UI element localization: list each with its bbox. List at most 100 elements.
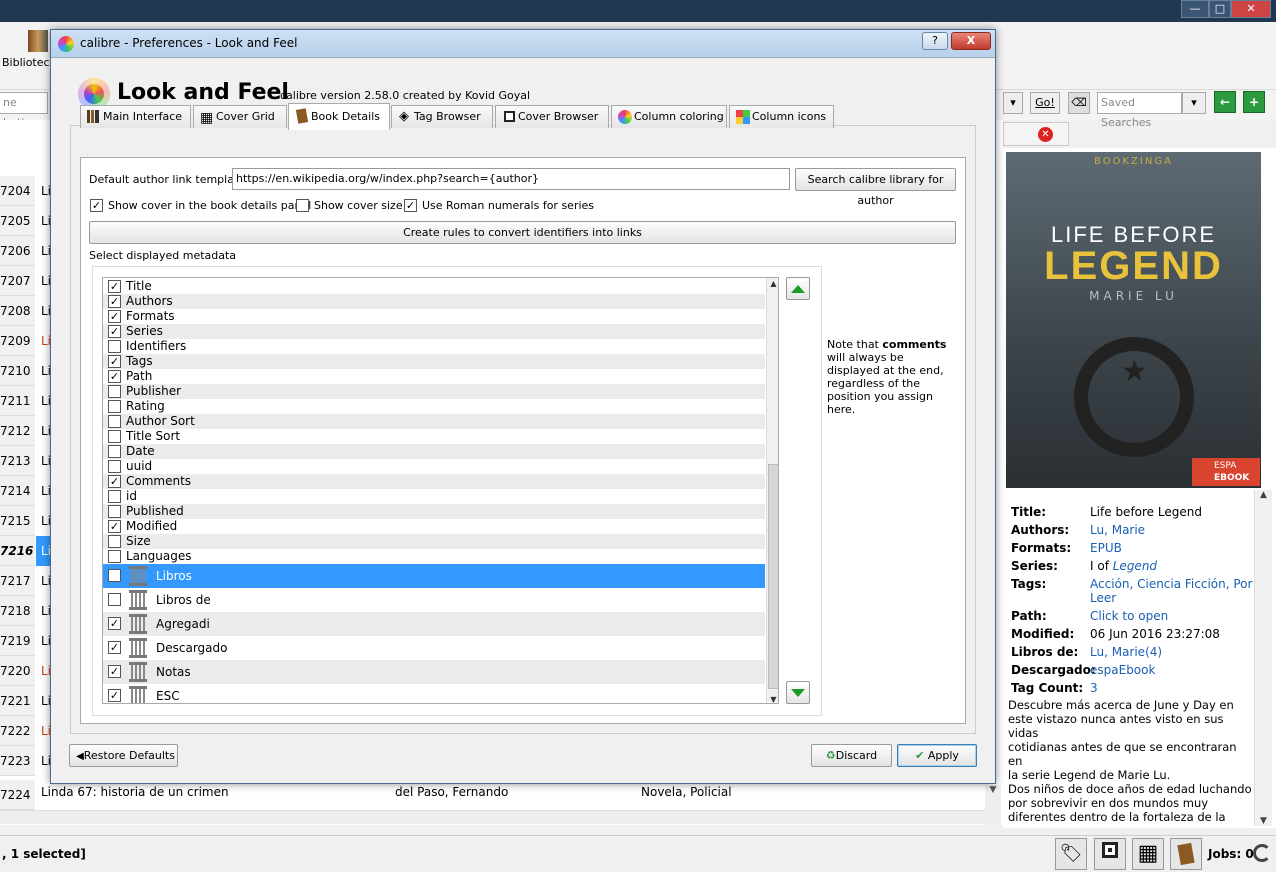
metadata-checkbox[interactable]: [108, 445, 121, 458]
move-up-button[interactable]: [786, 277, 810, 300]
metadata-list[interactable]: ▲ ▼ TitleAuthorsFormatsSeriesIdentifiers…: [102, 277, 779, 704]
metadata-checkbox[interactable]: [108, 340, 121, 353]
detail-formats-link[interactable]: EPUB: [1090, 541, 1122, 555]
roman-numerals-checkbox[interactable]: [404, 199, 417, 212]
metadata-item[interactable]: Formats: [103, 309, 765, 324]
search-calibre-author-button[interactable]: Search calibre library for author: [795, 168, 956, 207]
metadata-checkbox[interactable]: [108, 617, 121, 630]
close-tab-icon[interactable]: ✕: [1038, 127, 1053, 142]
custom-column-item[interactable]: Libros: [103, 564, 765, 588]
details-tab[interactable]: ✕: [1003, 122, 1069, 146]
metadata-item[interactable]: Comments: [103, 474, 765, 489]
metadata-item[interactable]: Languages: [103, 549, 765, 564]
custom-column-item[interactable]: Notas: [103, 660, 765, 684]
custom-column-item[interactable]: Agregadi: [103, 612, 765, 636]
metadata-checkbox[interactable]: [108, 415, 121, 428]
metadata-checkbox[interactable]: [108, 385, 121, 398]
metadata-item[interactable]: Title: [103, 279, 765, 294]
detail-tags-link-2[interactable]: Leer: [1090, 591, 1116, 605]
metadata-checkbox[interactable]: [108, 355, 121, 368]
go-button[interactable]: Go!: [1030, 92, 1060, 114]
tab-column-icons[interactable]: Column icons: [729, 105, 834, 128]
show-cover-size-label[interactable]: Show cover size: [314, 199, 403, 212]
search-input[interactable]: ne button t: [0, 92, 48, 149]
show-cover-size-checkbox[interactable]: [296, 199, 309, 212]
metadata-item[interactable]: Path: [103, 369, 765, 384]
library-icon[interactable]: [28, 30, 48, 52]
search-history-dropdown[interactable]: ▾: [1003, 92, 1023, 114]
apply-button[interactable]: ✔ Apply: [897, 744, 977, 767]
detail-path-link[interactable]: Click to open: [1090, 609, 1168, 623]
metadata-checkbox[interactable]: [108, 280, 121, 293]
metadata-checkbox[interactable]: [108, 689, 121, 702]
book-details-toggle-icon[interactable]: [1170, 838, 1202, 870]
scroll-up-icon[interactable]: ▲: [767, 279, 778, 288]
detail-tagcount-link[interactable]: 3: [1090, 681, 1098, 695]
custom-column-item[interactable]: Libros de: [103, 588, 765, 612]
metadata-checkbox[interactable]: [108, 460, 121, 473]
metadata-checkbox[interactable]: [108, 370, 121, 383]
metadata-item[interactable]: uuid: [103, 459, 765, 474]
metadata-checkbox[interactable]: [108, 520, 121, 533]
custom-column-item[interactable]: ESC: [103, 684, 765, 703]
metadata-item[interactable]: Rating: [103, 399, 765, 414]
identifier-rules-button[interactable]: Create rules to convert identifiers into…: [89, 221, 956, 244]
metadata-checkbox[interactable]: [108, 490, 121, 503]
cover-browser-toggle-icon[interactable]: [1094, 838, 1126, 870]
metadata-checkbox[interactable]: [108, 505, 121, 518]
metadata-item[interactable]: Publisher: [103, 384, 765, 399]
clear-search-icon[interactable]: ⌫: [1068, 92, 1090, 114]
metadata-checkbox[interactable]: [108, 325, 121, 338]
tab-cover-browser[interactable]: Cover Browser: [495, 105, 609, 128]
save-search-icon[interactable]: +: [1243, 91, 1265, 113]
metadata-checkbox[interactable]: [108, 550, 121, 563]
help-button[interactable]: ?: [922, 32, 948, 50]
metadata-checkbox[interactable]: [108, 475, 121, 488]
table-row-last[interactable]: 7224 Linda 67: historia de un crimen del…: [0, 780, 1003, 810]
metadata-checkbox[interactable]: [108, 430, 121, 443]
tab-cover-grid[interactable]: ▦ Cover Grid: [193, 105, 287, 128]
jobs-label[interactable]: Jobs: 0: [1208, 847, 1254, 861]
metadata-item[interactable]: Tags: [103, 354, 765, 369]
book-list-vscroll-down[interactable]: ▼: [985, 785, 1001, 825]
tab-main-interface[interactable]: Main Interface: [80, 105, 191, 128]
restore-defaults-button[interactable]: ◀Restore Defaults: [69, 744, 178, 767]
detail-authors-link[interactable]: Lu, Marie: [1090, 523, 1145, 537]
metadata-item[interactable]: Author Sort: [103, 414, 765, 429]
tab-book-details[interactable]: Book Details: [288, 103, 390, 130]
grid-view-toggle-icon[interactable]: ▦: [1132, 838, 1164, 870]
series-link[interactable]: Legend: [1113, 559, 1157, 573]
detail-tags-link-1[interactable]: Acción, Ciencia Ficción, Por: [1090, 577, 1252, 591]
copy-search-icon[interactable]: ←: [1214, 91, 1236, 113]
metadata-item[interactable]: Authors: [103, 294, 765, 309]
detail-descargado-link[interactable]: espaEbook: [1090, 663, 1155, 677]
metadata-item[interactable]: Series: [103, 324, 765, 339]
book-cover-image[interactable]: BOOKZINGA LIFE BEFORE LEGEND MARIE LU ★ …: [1006, 152, 1261, 488]
metadata-item[interactable]: Identifiers: [103, 339, 765, 354]
metadata-checkbox[interactable]: [108, 310, 121, 323]
saved-searches-dropdown[interactable]: ▾: [1182, 92, 1206, 114]
metadata-list-scrollbar[interactable]: ▲ ▼: [766, 278, 778, 703]
tag-browser-toggle-icon[interactable]: 🏷: [1055, 838, 1087, 870]
jobs-spinner-icon[interactable]: [1253, 844, 1271, 862]
library-label[interactable]: Biblioteca: [2, 56, 56, 69]
show-cover-checkbox[interactable]: [90, 199, 103, 212]
metadata-item[interactable]: Title Sort: [103, 429, 765, 444]
custom-column-item[interactable]: Descargado: [103, 636, 765, 660]
metadata-item[interactable]: Published: [103, 504, 765, 519]
metadata-item[interactable]: id: [103, 489, 765, 504]
scroll-down-icon[interactable]: ▼: [767, 695, 778, 703]
metadata-checkbox[interactable]: [108, 535, 121, 548]
discard-button[interactable]: ♻Discard: [811, 744, 892, 767]
detail-libros-link[interactable]: Lu, Marie(4): [1090, 645, 1162, 659]
show-cover-label[interactable]: Show cover in the book details panel: [108, 199, 311, 212]
metadata-item[interactable]: Modified: [103, 519, 765, 534]
maximize-button[interactable]: □: [1209, 0, 1231, 18]
roman-numerals-label[interactable]: Use Roman numerals for series: [422, 199, 594, 212]
metadata-checkbox[interactable]: [108, 400, 121, 413]
metadata-checkbox[interactable]: [108, 593, 121, 606]
metadata-checkbox[interactable]: [108, 295, 121, 308]
metadata-checkbox[interactable]: [108, 665, 121, 678]
metadata-checkbox[interactable]: [108, 641, 121, 654]
metadata-checkbox[interactable]: [108, 569, 121, 582]
